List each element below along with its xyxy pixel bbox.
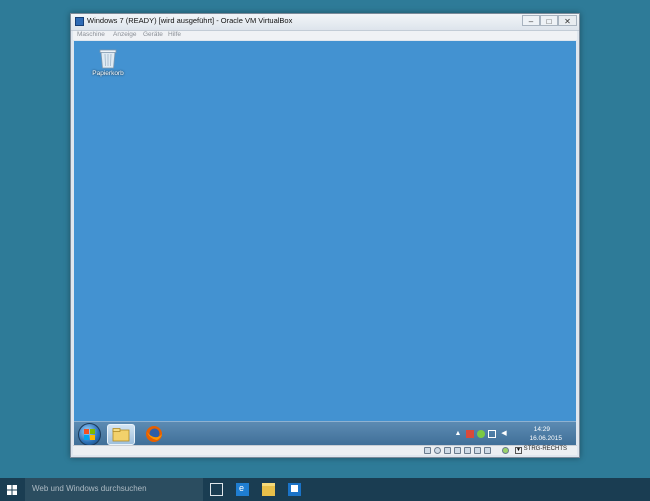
close-button[interactable]: ✕ — [558, 15, 577, 26]
mouse-integration-icon[interactable] — [502, 447, 509, 454]
menu-geraete[interactable]: Geräte — [143, 31, 163, 38]
video-capture-icon[interactable] — [474, 447, 481, 454]
maximize-button[interactable]: □ — [540, 15, 558, 26]
recycle-bin-icon — [99, 49, 117, 69]
optical-drive-icon[interactable] — [434, 447, 441, 454]
virtualbox-window: Windows 7 (READY) [wird ausgeführt] - Or… — [70, 13, 580, 458]
guest-taskbar: ▲ ◀ 14:29 16.06.2015 — [74, 421, 576, 447]
start-button[interactable] — [78, 423, 101, 446]
menu-anzeige[interactable]: Anzeige — [113, 31, 137, 38]
recycle-bin[interactable]: Papierkorb — [86, 47, 130, 77]
recycle-bin-label: Papierkorb — [92, 70, 124, 77]
windows-logo-icon — [84, 429, 95, 440]
taskbar-firefox-button[interactable] — [140, 424, 168, 445]
clock-date[interactable]: 16.06.2015 — [529, 435, 562, 442]
menu-maschine[interactable]: Maschine — [77, 31, 105, 38]
action-center-icon[interactable] — [466, 430, 474, 438]
display-icon[interactable] — [488, 430, 496, 438]
usb-icon[interactable] — [444, 447, 451, 454]
window-titlebar[interactable]: Windows 7 (READY) [wird ausgeführt] - Or… — [71, 14, 579, 31]
firefox-icon — [146, 426, 162, 442]
clock-time[interactable]: 14:29 — [534, 426, 550, 433]
network-adapter-icon[interactable] — [464, 447, 471, 454]
display-adapter-icon[interactable] — [484, 447, 491, 454]
windows-logo-icon — [7, 485, 17, 495]
taskbar-explorer-button[interactable] — [107, 424, 135, 445]
outlook-glyph — [291, 485, 298, 492]
task-view-icon[interactable] — [210, 483, 223, 496]
outlook-icon[interactable] — [288, 483, 301, 496]
shared-folders-icon[interactable] — [454, 447, 461, 454]
minimize-button[interactable]: – — [522, 15, 540, 26]
file-explorer-icon[interactable] — [262, 483, 275, 496]
host-search-box[interactable]: Web und Windows durchsuchen — [25, 478, 203, 501]
volume-icon[interactable]: ◀ — [500, 430, 508, 438]
edge-icon[interactable]: e — [236, 483, 249, 496]
search-placeholder: Web und Windows durchsuchen — [32, 484, 147, 493]
virtualbox-app-icon — [75, 17, 84, 26]
host-key-icon: ▼ — [515, 447, 522, 454]
host-key-label: STRG-RECHTS — [523, 446, 567, 452]
hard-disk-icon[interactable] — [424, 447, 431, 454]
window-title: Windows 7 (READY) [wird ausgeführt] - Or… — [87, 16, 293, 25]
host-start-button[interactable] — [0, 478, 24, 501]
vbox-statusbar: ▼ STRG-RECHTS — [73, 445, 577, 455]
menubar: Maschine Anzeige Geräte Hilfe — [73, 31, 577, 40]
guest-screen[interactable]: Papierkorb ▲ ◀ 14:29 16.06.2015 — [74, 41, 576, 447]
system-tray: ▲ ◀ 14:29 16.06.2015 — [452, 424, 572, 445]
host-taskbar: Web und Windows durchsuchen e — [0, 478, 650, 501]
network-status-icon[interactable] — [477, 430, 485, 438]
menu-hilfe[interactable]: Hilfe — [168, 31, 181, 38]
tray-expand-icon[interactable]: ▲ — [454, 430, 462, 438]
edge-glyph: e — [239, 483, 245, 493]
windows-explorer-icon — [112, 428, 130, 442]
